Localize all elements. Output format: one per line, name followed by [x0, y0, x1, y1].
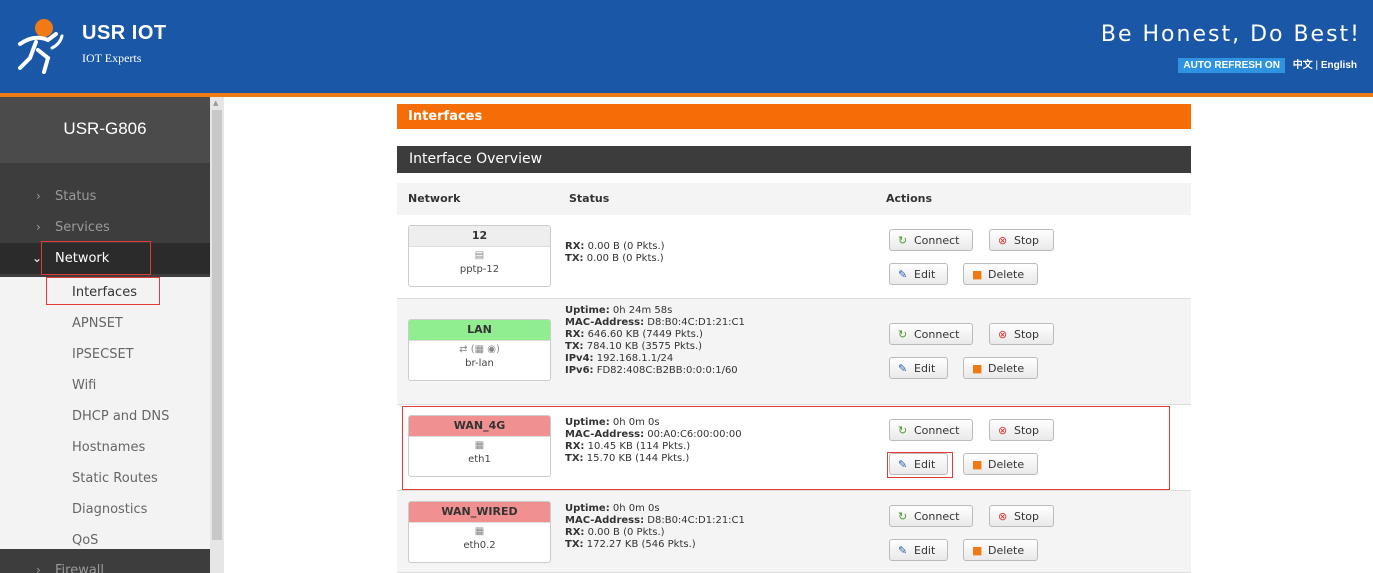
header-links: AUTO REFRESH ON 中文 | English — [1178, 56, 1357, 73]
connect-button[interactable]: ↻ Connect — [889, 323, 973, 345]
stop-button[interactable]: ⊗ Stop — [989, 323, 1054, 345]
status-block: RX: 0.00 B (0 Pkts.) TX: 0.00 B (0 Pkts.… — [565, 241, 665, 264]
connect-button[interactable]: ↻ Connect — [889, 229, 973, 251]
edit-button[interactable]: ✎ Edit — [889, 263, 948, 285]
sidebar-item-status[interactable]: › Status — [0, 181, 210, 212]
switch-port-icon: ▦ — [474, 526, 485, 537]
interface-table: Network Status Actions 12 ▤ pptp-12 RX: … — [397, 183, 1191, 573]
brand-name: USR IOT — [82, 22, 167, 44]
network-card[interactable]: 12 ▤ pptp-12 — [408, 225, 551, 287]
delete-button[interactable]: ■ Delete — [963, 263, 1038, 285]
table-row: 12 ▤ pptp-12 RX: 0.00 B (0 Pkts.) TX: 0.… — [397, 215, 1191, 299]
edit-icon: ✎ — [898, 268, 908, 281]
table-row: LAN ⇄ (▦ ◉) br-lan Uptime: 0h 24m 58s MA… — [397, 299, 1191, 405]
submenu-static-routes[interactable]: Static Routes — [72, 463, 158, 494]
highlight-network — [41, 241, 151, 275]
connect-button[interactable]: ↻ Connect — [889, 505, 973, 527]
sidebar-item-label: Status — [55, 189, 97, 204]
submenu-dhcp-dns[interactable]: DHCP and DNS — [72, 401, 169, 432]
sidebar-item-label: Services — [55, 220, 110, 235]
column-status: Status — [569, 192, 610, 205]
network-name: LAN — [409, 320, 550, 341]
stop-icon: ⊗ — [998, 234, 1008, 247]
network-name: WAN_WIRED — [409, 502, 550, 523]
highlight-wan4g-row — [402, 406, 1170, 490]
sidebar: USR-G806 › Status › Services ⌄ Network I… — [0, 97, 210, 573]
table-header: Network Status Actions — [397, 183, 1191, 216]
sidebar-scroll-thumb[interactable] — [212, 110, 222, 540]
sidebar-item-services[interactable]: › Services — [0, 212, 210, 243]
scroll-up-arrow-icon[interactable]: ▲ — [213, 99, 218, 107]
bridge-ports-icon: ⇄ (▦ ◉) — [459, 344, 500, 355]
trash-icon: ■ — [972, 268, 983, 281]
language-english-link[interactable]: English — [1321, 60, 1357, 71]
page-title: Interfaces — [397, 104, 1191, 129]
device-name: pptp-12 — [459, 264, 500, 275]
refresh-icon: ↻ — [898, 510, 908, 523]
chevron-right-icon: › — [36, 220, 41, 234]
section-title: Interface Overview — [397, 146, 1191, 173]
auto-refresh-toggle[interactable]: AUTO REFRESH ON — [1178, 58, 1285, 73]
status-block: Uptime: 0h 24m 58s MAC-Address: D8:B0:4C… — [565, 305, 745, 376]
model-header: USR-G806 — [0, 97, 210, 163]
stop-button[interactable]: ⊗ Stop — [989, 505, 1054, 527]
submenu-hostnames[interactable]: Hostnames — [72, 432, 145, 463]
trash-icon: ■ — [972, 362, 983, 375]
refresh-icon: ↻ — [898, 234, 908, 247]
refresh-icon: ↻ — [898, 328, 908, 341]
highlight-interfaces — [46, 277, 160, 305]
stop-icon: ⊗ — [998, 328, 1008, 341]
slogan: Be Honest, Do Best! — [1100, 22, 1361, 47]
top-header: USR IOT IOT Experts Be Honest, Do Best! … — [0, 0, 1373, 97]
stop-button[interactable]: ⊗ Stop — [989, 229, 1054, 251]
chevron-right-icon: › — [36, 189, 41, 203]
edit-button[interactable]: ✎ Edit — [889, 357, 948, 379]
device-name: eth0.2 — [463, 540, 496, 551]
submenu-apnset[interactable]: APNSET — [72, 308, 123, 339]
submenu-ipsecset[interactable]: IPSECSET — [72, 339, 134, 370]
edit-icon: ✎ — [898, 544, 908, 557]
network-name: 12 — [409, 226, 550, 247]
chevron-right-icon: › — [36, 563, 41, 573]
network-submenu: Interfaces APNSET IPSECSET Wifi DHCP and… — [0, 277, 210, 549]
column-actions: Actions — [886, 192, 932, 205]
submenu-qos[interactable]: QoS — [72, 525, 98, 556]
network-card[interactable]: WAN_WIRED ▦ eth0.2 — [408, 501, 551, 563]
sidebar-item-label: Firewall — [55, 563, 105, 573]
delete-button[interactable]: ■ Delete — [963, 357, 1038, 379]
column-network: Network — [408, 192, 461, 205]
usr-logo-icon — [18, 19, 64, 74]
device-name: br-lan — [465, 358, 494, 369]
edit-button[interactable]: ✎ Edit — [889, 539, 948, 561]
sidebar-item-firewall[interactable]: › Firewall — [0, 555, 210, 573]
brand-tagline: IOT Experts — [82, 51, 142, 65]
status-block: Uptime: 0h 0m 0s MAC-Address: D8:B0:4C:D… — [565, 503, 745, 550]
highlight-edit-button — [887, 452, 953, 478]
submenu-wifi[interactable]: Wifi — [72, 370, 96, 401]
table-row: WAN_WIRED ▦ eth0.2 Uptime: 0h 0m 0s MAC-… — [397, 491, 1191, 573]
language-separator: | — [1315, 60, 1319, 71]
stop-icon: ⊗ — [998, 510, 1008, 523]
tunnel-icon: ▤ — [474, 250, 485, 261]
submenu-diagnostics[interactable]: Diagnostics — [72, 494, 147, 525]
trash-icon: ■ — [972, 544, 983, 557]
edit-icon: ✎ — [898, 362, 908, 375]
language-chinese-link[interactable]: 中文 — [1293, 60, 1313, 71]
delete-button[interactable]: ■ Delete — [963, 539, 1038, 561]
network-card[interactable]: LAN ⇄ (▦ ◉) br-lan — [408, 319, 551, 381]
device-model-name: USR-G806 — [63, 119, 147, 138]
